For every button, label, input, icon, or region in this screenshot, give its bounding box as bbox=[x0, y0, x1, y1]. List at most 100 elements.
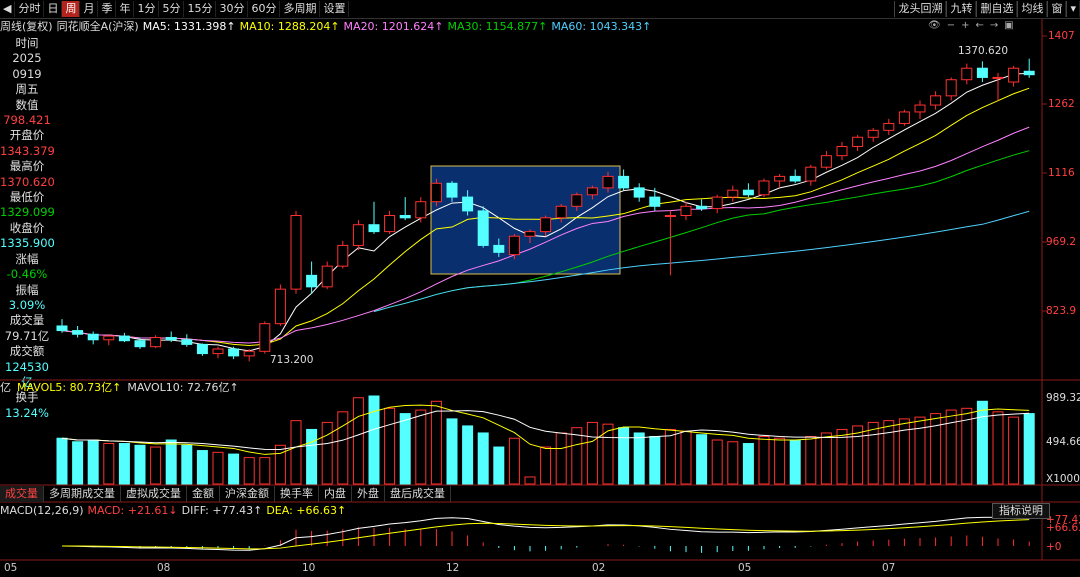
high-marker: 1370.620 bbox=[958, 45, 1009, 57]
volume-bar bbox=[352, 397, 364, 485]
candle-up bbox=[508, 235, 520, 256]
volume-bar bbox=[87, 439, 99, 485]
volume-bar bbox=[415, 409, 427, 485]
volume-legend: 亿 MAVOL5: 80.73亿↑ MAVOL10: 72.76亿↑ bbox=[0, 381, 239, 395]
volume-bar bbox=[805, 435, 817, 485]
candle-up bbox=[945, 79, 957, 97]
volume-bar bbox=[540, 446, 552, 485]
candle-down bbox=[976, 67, 988, 78]
tab-hs-amount[interactable]: 沪深金额 bbox=[220, 486, 275, 502]
candle-up bbox=[602, 175, 614, 189]
volume-bar bbox=[274, 444, 286, 485]
candle-up bbox=[664, 215, 676, 218]
tab-volume[interactable]: 成交量 bbox=[0, 486, 44, 502]
volume-bar bbox=[446, 418, 458, 485]
volume-unit: 亿 bbox=[0, 381, 11, 394]
volume-bar bbox=[727, 441, 739, 485]
candle-up bbox=[727, 189, 739, 198]
macd-legend: MACD(12,26,9) MACD: +21.61↓ DIFF: +77.43… bbox=[0, 504, 346, 518]
time-axis: 05 08 10 12 02 05 07 bbox=[0, 561, 1080, 577]
volume-bar bbox=[524, 476, 536, 485]
tab-outer[interactable]: 外盘 bbox=[352, 486, 385, 502]
candle-down bbox=[446, 182, 458, 198]
volume-bar bbox=[477, 432, 489, 485]
price-axis-4: 969.2 bbox=[1046, 236, 1077, 248]
volume-bar bbox=[992, 411, 1004, 485]
volume-bar bbox=[586, 421, 598, 485]
volume-bar bbox=[649, 435, 661, 485]
candle-up bbox=[384, 215, 396, 233]
candle-up bbox=[290, 215, 302, 290]
candle-up bbox=[930, 95, 942, 106]
volume-bar bbox=[711, 439, 723, 485]
candle-up bbox=[430, 182, 442, 203]
month-label: 05 bbox=[4, 562, 18, 574]
indicator-help-button[interactable]: 指标说明 bbox=[992, 503, 1050, 519]
volume-bar bbox=[774, 437, 786, 485]
volume-bar bbox=[306, 428, 318, 485]
candle-up bbox=[883, 122, 895, 131]
candle-down bbox=[72, 330, 84, 335]
volume-bar bbox=[134, 444, 146, 485]
volume-bar bbox=[508, 437, 520, 485]
volume-bar bbox=[493, 446, 505, 485]
volume-bar bbox=[742, 443, 754, 485]
volume-bar bbox=[633, 432, 645, 485]
volume-bar bbox=[368, 395, 380, 485]
tab-after-hours[interactable]: 盘后成交量 bbox=[385, 486, 451, 502]
volume-bar bbox=[1008, 416, 1020, 485]
tab-inner[interactable]: 内盘 bbox=[319, 486, 352, 502]
month-label: 10 bbox=[302, 562, 316, 574]
candle-up bbox=[852, 136, 864, 147]
volume-bar bbox=[664, 428, 676, 485]
volume-bar bbox=[181, 444, 193, 485]
candle-up bbox=[243, 350, 255, 357]
macd-axis-3: +0 bbox=[1046, 541, 1062, 553]
vol-axis-3: X1000 bbox=[1046, 473, 1080, 485]
volume-bar bbox=[259, 457, 271, 485]
volume-bar bbox=[945, 409, 957, 485]
candle-down bbox=[618, 175, 630, 189]
macd-value: MACD: +21.61↓ bbox=[87, 504, 178, 517]
candle-up bbox=[992, 76, 1004, 79]
candle-up bbox=[352, 224, 364, 246]
volume-bar bbox=[430, 400, 442, 485]
candle-up bbox=[867, 129, 879, 138]
candle-up bbox=[820, 155, 832, 168]
vol-axis-1: 989.32 bbox=[1046, 392, 1080, 404]
volume-bar bbox=[867, 421, 879, 485]
mavol10-value: MAVOL10: 72.76亿↑ bbox=[127, 381, 239, 394]
tab-virtual-volume[interactable]: 虚拟成交量 bbox=[121, 486, 187, 502]
candle-down bbox=[742, 189, 754, 196]
candle-up bbox=[758, 180, 770, 196]
indicator-tabs: 成交量 多周期成交量 虚拟成交量 金额 沪深金额 换手率 内盘 外盘 盘后成交量 bbox=[0, 486, 451, 502]
candle-up bbox=[150, 336, 162, 348]
candle-down bbox=[196, 343, 208, 355]
volume-bar bbox=[820, 432, 832, 485]
volume-bar bbox=[852, 425, 864, 485]
volume-bar bbox=[196, 450, 208, 485]
volume-bar bbox=[150, 446, 162, 485]
candle-down bbox=[462, 196, 474, 212]
volume-bar bbox=[290, 420, 302, 485]
volume-bar bbox=[883, 420, 895, 485]
price-axis-1: 1407 bbox=[1048, 30, 1075, 42]
month-label: 07 bbox=[882, 562, 896, 574]
candle-down bbox=[649, 196, 661, 207]
volume-bar bbox=[976, 400, 988, 485]
volume-bar bbox=[618, 427, 630, 485]
volume-bar bbox=[243, 457, 255, 485]
candle-up bbox=[680, 205, 692, 217]
month-label: 05 bbox=[738, 562, 752, 574]
macd-label: MACD(12,26,9) bbox=[0, 504, 84, 517]
candle-up bbox=[914, 104, 926, 113]
tab-amount[interactable]: 金额 bbox=[187, 486, 220, 502]
dea-value: DEA: +66.63↑ bbox=[266, 504, 347, 517]
candle-up bbox=[961, 67, 973, 81]
macd-axis-2: +66.63 bbox=[1046, 522, 1080, 534]
price-axis-2: 1262 bbox=[1048, 98, 1075, 110]
tab-turnover[interactable]: 换手率 bbox=[275, 486, 319, 502]
tab-multi-volume[interactable]: 多周期成交量 bbox=[44, 486, 121, 502]
candle-down bbox=[87, 333, 99, 341]
candle-down bbox=[477, 210, 489, 246]
